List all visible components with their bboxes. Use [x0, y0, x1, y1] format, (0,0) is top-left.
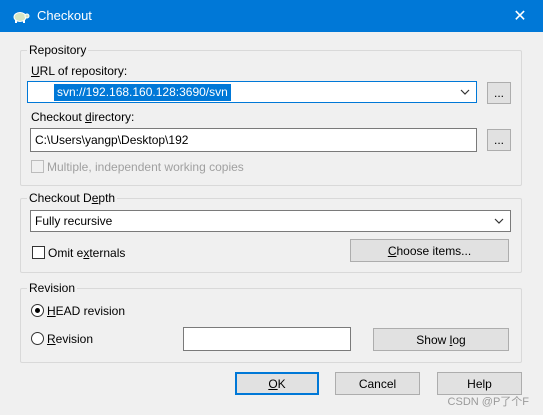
tortoise-icon — [13, 12, 30, 23]
url-input-value: svn://192.168.160.128:3690/svn — [54, 84, 231, 101]
omit-externals-label: Omit externals — [48, 246, 126, 260]
checkout-directory-input[interactable]: C:\Users\yangp\Desktop\192 — [30, 128, 477, 152]
revision-label: Revision — [47, 332, 94, 346]
watermark: CSDN @P了个F — [447, 396, 529, 408]
chevron-down-icon[interactable] — [493, 215, 505, 227]
title-bar[interactable]: Checkout ✕ — [0, 0, 543, 32]
dir-label: Checkout directory: — [31, 110, 135, 124]
multiple-copies-label: Multiple, independent working copies — [47, 160, 244, 174]
depth-select[interactable]: Fully recursive — [30, 210, 511, 232]
url-label: URL of repository: — [31, 64, 128, 78]
revision-radio[interactable] — [31, 332, 44, 345]
show-log-button[interactable]: Show log — [373, 328, 509, 351]
omit-externals-checkbox[interactable] — [32, 246, 45, 259]
close-button[interactable]: ✕ — [497, 0, 543, 32]
cancel-button[interactable]: Cancel — [335, 372, 420, 395]
head-revision-radio[interactable] — [31, 304, 44, 317]
close-icon: ✕ — [513, 8, 527, 25]
head-revision-label: HEAD revision — [47, 304, 126, 318]
depth-select-value: Fully recursive — [35, 214, 113, 228]
ok-button[interactable]: OK — [235, 372, 319, 395]
window-title: Checkout — [37, 8, 92, 23]
repository-group-label: Repository — [29, 43, 87, 57]
dir-browse-button[interactable]: ... — [487, 129, 511, 151]
multiple-copies-checkbox[interactable] — [31, 160, 44, 173]
revision-number-input[interactable] — [183, 327, 351, 351]
help-button[interactable]: Help — [437, 372, 522, 395]
chevron-down-icon[interactable] — [459, 86, 471, 98]
url-browse-button[interactable]: ... — [487, 82, 511, 104]
revision-group-label: Revision — [29, 281, 76, 295]
choose-items-button[interactable]: Choose items... — [350, 239, 509, 262]
depth-group-label: Checkout Depth — [29, 191, 116, 205]
url-combobox[interactable]: svn://192.168.160.128:3690/svn — [27, 81, 477, 103]
